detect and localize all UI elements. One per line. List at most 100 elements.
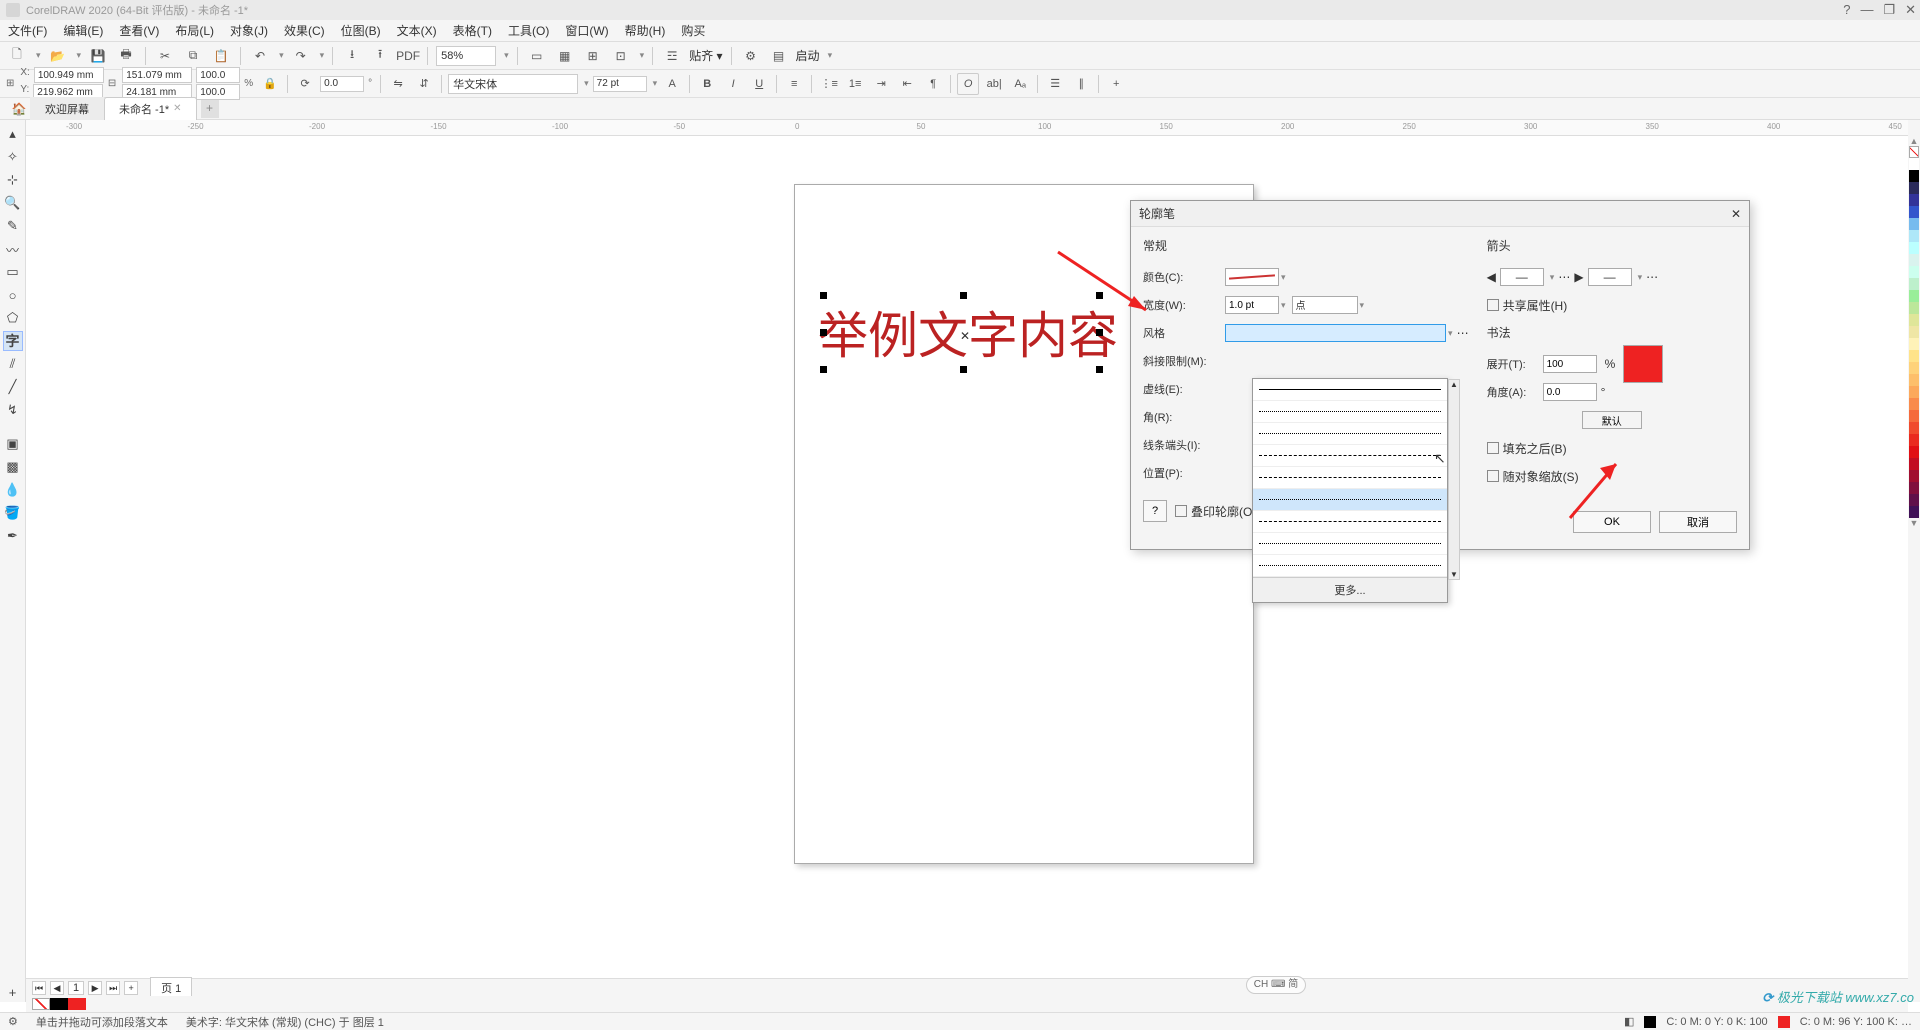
palette-swatch-4[interactable]: [1909, 206, 1919, 218]
palette-swatch-23[interactable]: [1909, 434, 1919, 446]
dropdown-scrollbar[interactable]: ▲ ▼: [1448, 379, 1460, 580]
menu-buy[interactable]: 购买: [681, 22, 705, 39]
palette-swatch-11[interactable]: [1909, 290, 1919, 302]
palette-swatch-7[interactable]: [1909, 242, 1919, 254]
snap-label[interactable]: 贴齐 ▾: [689, 47, 722, 64]
indent-inc-icon[interactable]: ⇥: [870, 73, 892, 95]
text-frame-icon[interactable]: ☰: [1044, 73, 1066, 95]
freehand-tool-icon[interactable]: ✎: [3, 216, 23, 236]
add-tab-button[interactable]: +: [201, 100, 219, 118]
rectangle-tool-icon[interactable]: ▭: [3, 262, 23, 282]
overprint-checkbox[interactable]: [1175, 505, 1187, 517]
cancel-button[interactable]: 取消: [1659, 511, 1737, 533]
transparency-tool-icon[interactable]: ▩: [3, 457, 23, 477]
artistic-tool-icon[interactable]: 〰: [3, 239, 23, 259]
dialog-close-icon[interactable]: ✕: [1731, 207, 1741, 221]
palette-swatch-27[interactable]: [1909, 482, 1919, 494]
tab-close-icon[interactable]: ✕: [173, 103, 181, 114]
palette-swatch-0[interactable]: [1909, 158, 1919, 170]
font-size-up-icon[interactable]: A: [661, 73, 683, 95]
fill-indicator-icon[interactable]: ◧: [1624, 1015, 1634, 1028]
palette-swatch-1[interactable]: [1909, 170, 1919, 182]
default-button[interactable]: 默认: [1582, 411, 1642, 429]
mirror-v-icon[interactable]: ⇵: [413, 73, 435, 95]
palette-swatch-12[interactable]: [1909, 302, 1919, 314]
lock-icon[interactable]: 🔒: [259, 73, 281, 95]
redo-icon[interactable]: ↷: [290, 45, 312, 67]
list-bullet-icon[interactable]: ⋮≡: [818, 73, 840, 95]
save-icon[interactable]: 💾: [87, 45, 109, 67]
outline-tool-icon[interactable]: ✒: [3, 526, 23, 546]
arrow-end-combo[interactable]: —: [1588, 268, 1632, 286]
arrow-end-opts-icon[interactable]: ⋯: [1646, 270, 1658, 284]
ime-indicator[interactable]: CH ⌨ 简: [1246, 976, 1306, 994]
cut-icon[interactable]: ✂: [154, 45, 176, 67]
palette-down-icon[interactable]: ▼: [1910, 518, 1919, 528]
menu-tools[interactable]: 工具(O): [508, 22, 549, 39]
palette-swatch-16[interactable]: [1909, 350, 1919, 362]
export-icon[interactable]: ⭱: [369, 45, 391, 67]
text-direction-icon[interactable]: ∥: [1070, 73, 1092, 95]
ellipse-tool-icon[interactable]: ○: [3, 285, 23, 305]
palette-swatch-13[interactable]: [1909, 314, 1919, 326]
restore-icon[interactable]: ❐: [1883, 2, 1895, 18]
toolbox-expand-icon[interactable]: +: [3, 982, 23, 1002]
palette-swatch-24[interactable]: [1909, 446, 1919, 458]
copy-icon[interactable]: ⧉: [182, 45, 204, 67]
fullscreen-icon[interactable]: ▭: [526, 45, 548, 67]
open-icon[interactable]: 📂: [47, 45, 69, 67]
handle-bl[interactable]: [820, 366, 827, 373]
import-icon[interactable]: ⭳: [341, 45, 363, 67]
connector-tool-icon[interactable]: ↯: [3, 400, 23, 420]
palette-swatch-15[interactable]: [1909, 338, 1919, 350]
page-first-icon[interactable]: ⏮: [32, 981, 46, 995]
shadow-tool-icon[interactable]: ▣: [3, 434, 23, 454]
launch-icon[interactable]: ▤: [768, 45, 790, 67]
zoom-combo[interactable]: 58%: [436, 46, 496, 66]
close-icon[interactable]: ✕: [1905, 2, 1916, 18]
handle-tr[interactable]: [1096, 292, 1103, 299]
page-add-icon[interactable]: +: [124, 981, 138, 995]
options-icon[interactable]: ⚙: [740, 45, 762, 67]
eyedropper-tool-icon[interactable]: 💧: [3, 480, 23, 500]
color-picker[interactable]: [1225, 268, 1279, 286]
palette-swatch-9[interactable]: [1909, 266, 1919, 278]
rotation-field[interactable]: 0.0: [320, 76, 364, 92]
parallel-tool-icon[interactable]: ⫽: [3, 354, 23, 374]
add-panel-icon[interactable]: +: [1105, 73, 1127, 95]
style-opt-dotted2[interactable]: [1253, 423, 1447, 445]
palette-swatch-3[interactable]: [1909, 194, 1919, 206]
page-last-icon[interactable]: ⏭: [106, 981, 120, 995]
menu-view[interactable]: 查看(V): [119, 22, 159, 39]
menu-window[interactable]: 窗口(W): [565, 22, 608, 39]
palette-swatch-10[interactable]: [1909, 278, 1919, 290]
status-gear-icon[interactable]: ⚙: [8, 1015, 18, 1028]
handle-mr[interactable]: [1096, 329, 1103, 336]
line-tool-icon[interactable]: ╱: [3, 377, 23, 397]
shape-tool-icon[interactable]: ✧: [3, 147, 23, 167]
menu-edit[interactable]: 编辑(E): [63, 22, 103, 39]
palette-swatch-21[interactable]: [1909, 410, 1919, 422]
menu-file[interactable]: 文件(F): [8, 22, 47, 39]
undo-icon[interactable]: ↶: [249, 45, 271, 67]
zoom-tool-icon[interactable]: 🔍: [3, 193, 23, 213]
style-opt-solid[interactable]: [1253, 379, 1447, 401]
palette-swatch-14[interactable]: [1909, 326, 1919, 338]
grid-icon[interactable]: ▦: [554, 45, 576, 67]
guides-icon[interactable]: ⊞: [582, 45, 604, 67]
sy-field[interactable]: 100.0: [196, 84, 240, 100]
style-opt-mix3[interactable]: [1253, 555, 1447, 577]
text-settings-icon[interactable]: Aₐ: [1009, 73, 1031, 95]
bold-icon[interactable]: B: [696, 73, 718, 95]
style-opt-mix2[interactable]: [1253, 533, 1447, 555]
page-prev-icon[interactable]: ◀: [50, 981, 64, 995]
print-icon[interactable]: 🖶: [115, 45, 137, 67]
launch-label[interactable]: 启动: [796, 47, 820, 64]
menu-help[interactable]: 帮助(H): [625, 22, 666, 39]
palette-swatch-22[interactable]: [1909, 422, 1919, 434]
palette-swatch-2[interactable]: [1909, 182, 1919, 194]
style-more-button[interactable]: 更多...: [1253, 577, 1447, 602]
help-icon[interactable]: ?: [1843, 2, 1850, 18]
palette-swatch-25[interactable]: [1909, 458, 1919, 470]
handle-center[interactable]: ✕: [960, 329, 967, 336]
